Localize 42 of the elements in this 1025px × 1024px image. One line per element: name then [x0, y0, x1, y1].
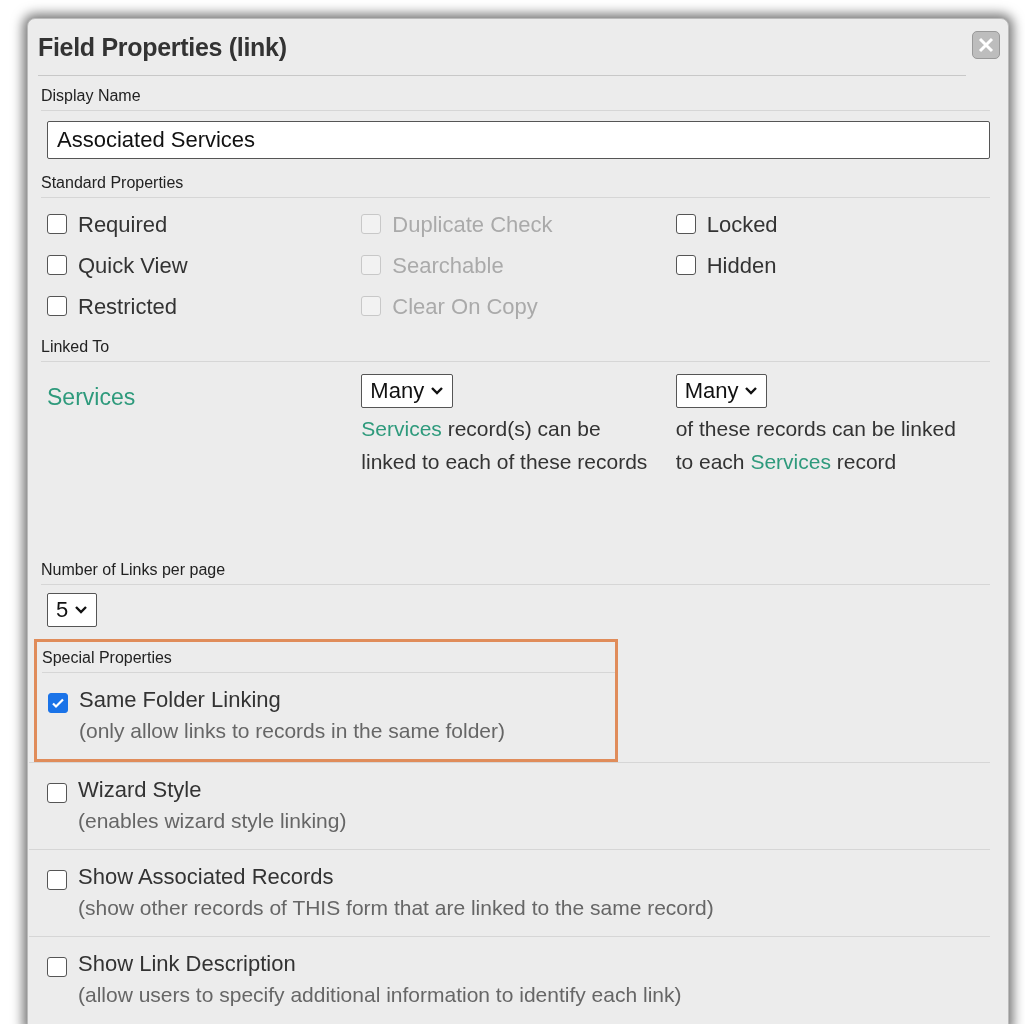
close-icon: [978, 37, 994, 53]
option-label: Locked: [706, 210, 778, 239]
chevron-down-icon: [74, 604, 89, 615]
option-label: Show Link Description: [78, 949, 297, 978]
option-label: Show Associated Records: [78, 862, 335, 891]
checkbox[interactable]: [675, 214, 696, 234]
checkbox[interactable]: [47, 956, 67, 977]
option-label: Quick View: [78, 251, 188, 280]
chevron-down-icon: [744, 385, 759, 396]
section-heading: Special Properties: [42, 648, 172, 666]
checkbox[interactable]: [47, 255, 67, 275]
option-label: Duplicate Check: [392, 210, 553, 239]
close-button[interactable]: [972, 31, 1000, 59]
link-description: Services record(s) can be linked to each of these records: [361, 415, 649, 475]
option-label: Searchable: [392, 251, 504, 280]
option-label: Hidden: [706, 251, 777, 280]
dropdown[interactable]: Many: [675, 373, 768, 408]
section-heading: Standard Properties: [41, 173, 184, 191]
checkbox[interactable]: [47, 782, 67, 803]
display-name-field[interactable]: Associated Services: [47, 120, 990, 159]
chevron-down-icon: [430, 385, 445, 396]
option-label: Clear On Copy: [392, 292, 538, 321]
dialog-title: Field Properties (link): [38, 32, 288, 63]
checkbox[interactable]: [47, 296, 67, 316]
checkbox[interactable]: [47, 214, 67, 234]
dropdown[interactable]: 5: [47, 592, 98, 627]
option-label: Required: [78, 210, 168, 239]
section-heading: Number of Links per page: [41, 560, 226, 578]
dropdown[interactable]: Many: [361, 373, 454, 408]
checkbox[interactable]: [47, 869, 67, 890]
option-note: (show other records of THIS form that are linked to the same record): [78, 894, 714, 921]
option-note: (enables wizard style linking): [78, 807, 347, 834]
option-label: Restricted: [78, 292, 178, 321]
section-heading: Display Name: [41, 86, 141, 104]
checkbox[interactable]: [48, 692, 68, 713]
checkbox[interactable]: [675, 255, 696, 275]
option-note: (only allow links to records in the same folder): [79, 717, 505, 744]
section-heading: Linked To: [41, 337, 110, 355]
option-label: Same Folder Linking: [79, 685, 282, 714]
option-note: (allow users to specify additional information to identify each link): [78, 981, 682, 1008]
option-label: Wizard Style: [78, 775, 203, 804]
link-description: of these records can be linked to each Services record: [675, 415, 957, 475]
